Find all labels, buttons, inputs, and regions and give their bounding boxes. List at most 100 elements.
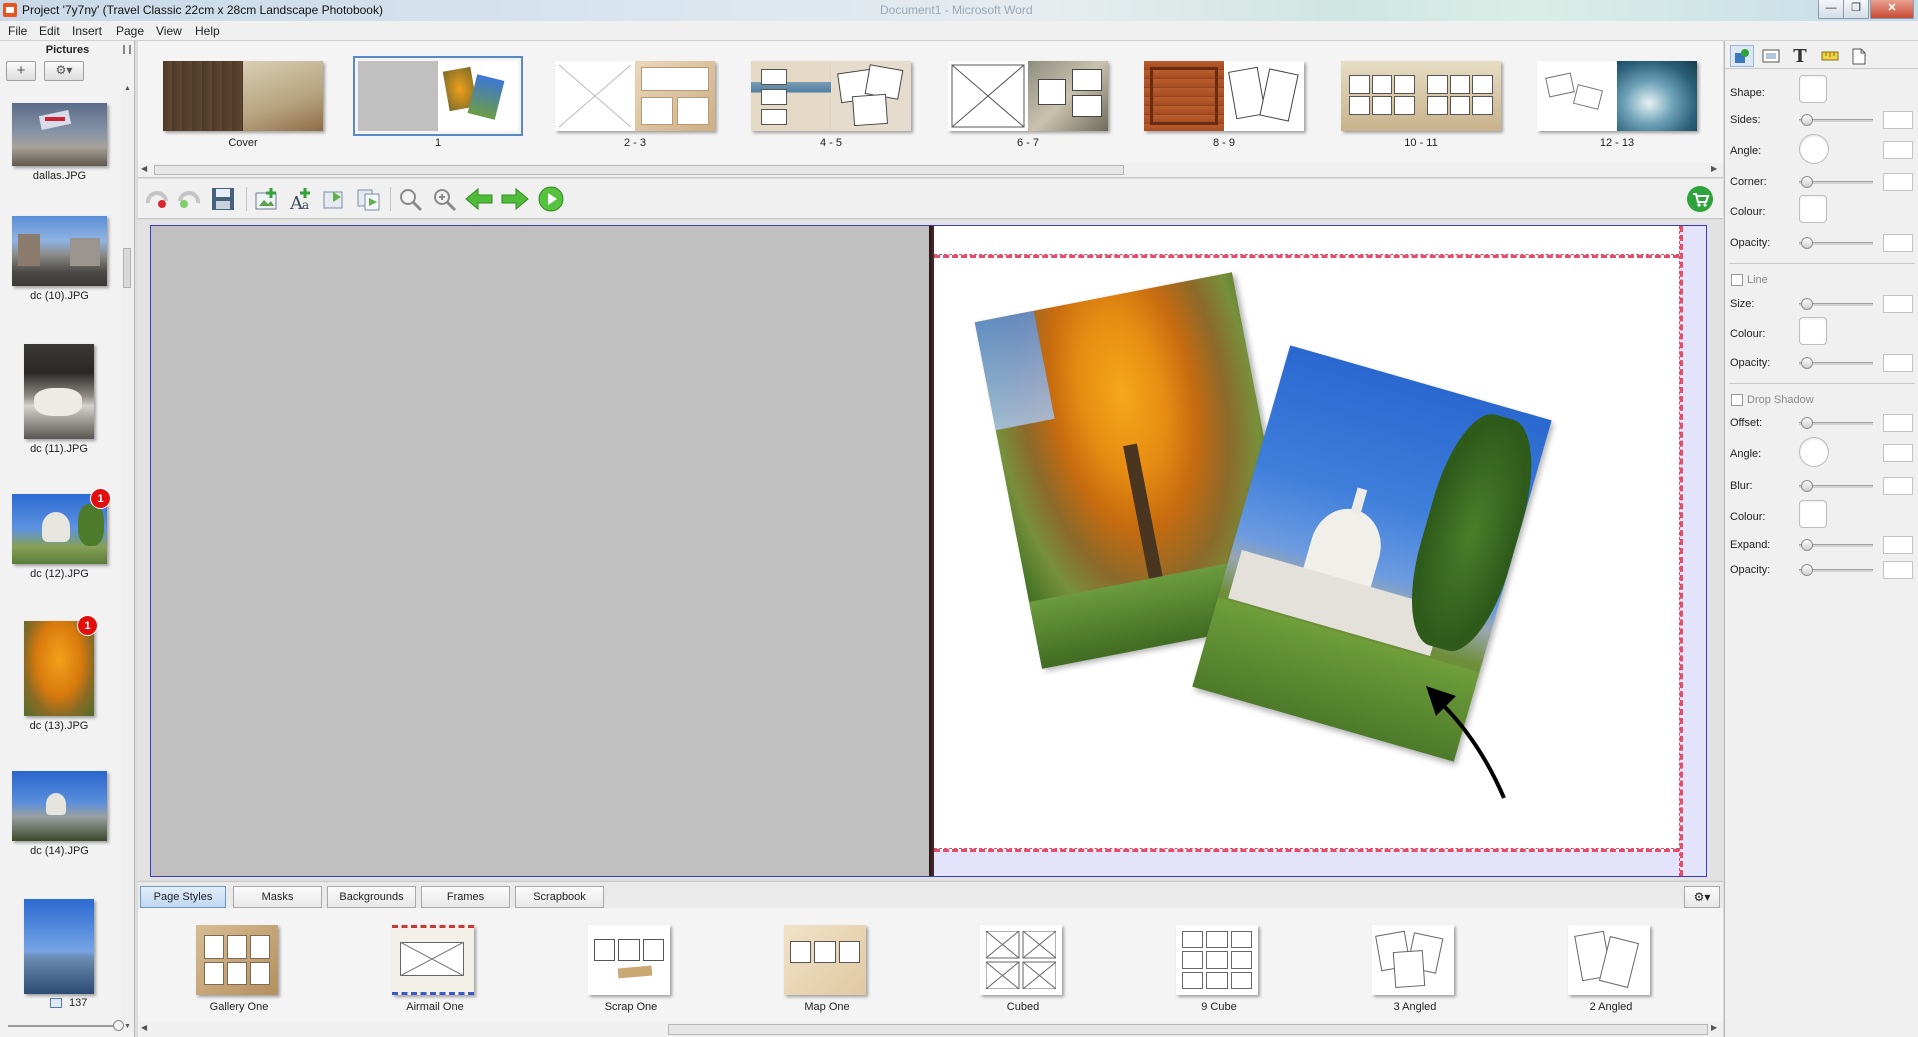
corner-value-field[interactable] bbox=[1883, 173, 1913, 191]
style-gallery-one[interactable]: Gallery One bbox=[196, 925, 282, 1013]
style-map-one[interactable]: Map One bbox=[784, 925, 870, 1013]
picture-item[interactable]: dc (14).JPG bbox=[12, 771, 107, 857]
insert-page-button[interactable] bbox=[320, 185, 350, 213]
style-3-angled[interactable]: 3 Angled bbox=[1372, 925, 1458, 1013]
shadow-offset-slider-knob[interactable] bbox=[1801, 417, 1813, 429]
thumbnail-size-knob[interactable] bbox=[113, 1020, 124, 1031]
scrollbar-thumb[interactable] bbox=[668, 1024, 1708, 1035]
menu-help[interactable]: Help bbox=[195, 24, 220, 38]
picture-item[interactable]: dallas.JPG bbox=[12, 103, 107, 182]
tab-picture-properties[interactable] bbox=[1759, 45, 1783, 67]
pictures-settings-button[interactable]: ⚙▾ bbox=[44, 61, 84, 81]
previous-page-button[interactable] bbox=[464, 185, 494, 213]
zoom-out-button[interactable] bbox=[396, 185, 426, 213]
tab-text-properties[interactable]: T bbox=[1788, 45, 1812, 67]
line-checkbox[interactable] bbox=[1731, 274, 1743, 286]
tab-masks[interactable]: Masks bbox=[233, 886, 322, 908]
scrollbar-thumb[interactable] bbox=[154, 165, 1124, 175]
opacity-value-field[interactable] bbox=[1883, 234, 1913, 252]
picture-item[interactable]: dc (10).JPG bbox=[12, 216, 107, 302]
duplicate-page-button[interactable] bbox=[354, 185, 384, 213]
angle-value-field[interactable] bbox=[1883, 141, 1913, 159]
undo-button[interactable] bbox=[142, 185, 172, 213]
menu-page[interactable]: Page bbox=[116, 24, 144, 38]
add-picture-box-button[interactable] bbox=[252, 185, 282, 213]
style-9-cube[interactable]: 9 Cube bbox=[1176, 925, 1262, 1013]
colour-picker[interactable] bbox=[1799, 195, 1827, 223]
tab-backgrounds[interactable]: Backgrounds bbox=[327, 886, 416, 908]
angle-dial[interactable] bbox=[1799, 134, 1829, 164]
shadow-angle-value-field[interactable] bbox=[1883, 444, 1913, 462]
shadow-opacity-slider-knob[interactable] bbox=[1801, 564, 1813, 576]
add-picture-button[interactable]: + bbox=[6, 61, 36, 81]
style-cubed[interactable]: Cubed bbox=[980, 925, 1066, 1013]
thumbnail-size-slider[interactable] bbox=[8, 1025, 120, 1027]
style-scrap-one[interactable]: Scrap One bbox=[588, 925, 674, 1013]
style-airmail-one[interactable]: Airmail One bbox=[392, 925, 478, 1013]
shadow-angle-dial[interactable] bbox=[1799, 437, 1829, 467]
order-cart-button[interactable] bbox=[1685, 185, 1715, 213]
line-size-value-field[interactable] bbox=[1883, 295, 1913, 313]
save-button[interactable] bbox=[208, 185, 238, 213]
tabs-settings-button[interactable]: ⚙▾ bbox=[1684, 886, 1720, 908]
shadow-opacity-value-field[interactable] bbox=[1883, 561, 1913, 579]
tab-page-styles[interactable]: Page Styles bbox=[140, 886, 226, 908]
styles-scrollbar[interactable]: ◀ ▶ bbox=[138, 1022, 1723, 1037]
line-size-slider-knob[interactable] bbox=[1801, 298, 1813, 310]
sides-value-field[interactable] bbox=[1883, 111, 1913, 129]
spread-10-11[interactable]: 10 - 11 bbox=[1341, 61, 1501, 149]
right-page[interactable] bbox=[934, 226, 1706, 876]
picture-item[interactable] bbox=[24, 899, 94, 994]
line-colour-picker[interactable] bbox=[1799, 317, 1827, 345]
tab-page-properties[interactable] bbox=[1847, 45, 1871, 67]
close-button[interactable]: ✕ bbox=[1870, 0, 1914, 19]
sides-slider-knob[interactable] bbox=[1801, 114, 1813, 126]
tab-ruler-properties[interactable] bbox=[1818, 45, 1842, 67]
shadow-colour-picker[interactable] bbox=[1799, 500, 1827, 528]
shadow-blur-slider-knob[interactable] bbox=[1801, 480, 1813, 492]
menu-file[interactable]: File bbox=[8, 24, 27, 38]
scrollbar-thumb[interactable] bbox=[123, 248, 131, 288]
left-page[interactable] bbox=[151, 226, 929, 876]
opacity-slider-knob[interactable] bbox=[1801, 237, 1813, 249]
shadow-blur-value-field[interactable] bbox=[1883, 477, 1913, 495]
shadow-expand-slider-knob[interactable] bbox=[1801, 539, 1813, 551]
picture-filename: dc (11).JPG bbox=[30, 443, 88, 455]
tab-frames[interactable]: Frames bbox=[421, 886, 510, 908]
spread-6-7[interactable]: 6 - 7 bbox=[948, 61, 1108, 149]
add-picture-icon bbox=[255, 188, 277, 210]
shadow-expand-value-field[interactable] bbox=[1883, 536, 1913, 554]
style-2-angled[interactable]: 2 Angled bbox=[1568, 925, 1654, 1013]
menu-insert[interactable]: Insert bbox=[72, 24, 102, 38]
preview-play-button[interactable] bbox=[536, 185, 566, 213]
tab-shape-properties[interactable] bbox=[1730, 45, 1754, 67]
spread-scrollbar[interactable]: ◀ ▶ bbox=[138, 163, 1723, 177]
maximize-button[interactable]: ❐ bbox=[1843, 0, 1869, 19]
spread-8-9[interactable]: 8 - 9 bbox=[1144, 61, 1304, 149]
picture-item[interactable]: dc (11).JPG bbox=[24, 344, 94, 455]
line-opacity-slider-knob[interactable] bbox=[1801, 357, 1813, 369]
title-bar: Project '7y7ny' (Travel Classic 22cm x 2… bbox=[0, 0, 1918, 21]
redo-button[interactable] bbox=[174, 185, 204, 213]
shadow-offset-value-field[interactable] bbox=[1883, 414, 1913, 432]
add-text-box-button[interactable]: Aa bbox=[286, 185, 316, 213]
pictures-scrollbar[interactable]: ▲ ▼ bbox=[121, 83, 134, 1033]
spread-1[interactable]: 1 bbox=[353, 56, 523, 149]
corner-slider-knob[interactable] bbox=[1801, 176, 1813, 188]
picture-item[interactable]: 1 dc (12).JPG bbox=[12, 488, 111, 580]
spread-2-3[interactable]: 2 - 3 bbox=[555, 61, 715, 149]
spread-12-13[interactable]: 12 - 13 bbox=[1537, 61, 1697, 149]
line-opacity-value-field[interactable] bbox=[1883, 354, 1913, 372]
picture-item[interactable]: 1 dc (13).JPG bbox=[24, 615, 98, 732]
drop-shadow-checkbox[interactable] bbox=[1731, 394, 1743, 406]
zoom-in-button[interactable] bbox=[430, 185, 460, 213]
tab-scrapbook[interactable]: Scrapbook bbox=[515, 886, 604, 908]
menu-edit[interactable]: Edit bbox=[39, 24, 60, 38]
panel-gripper-icon[interactable] bbox=[123, 45, 131, 54]
spread-4-5[interactable]: 4 - 5 bbox=[751, 61, 911, 149]
minimize-button[interactable]: — bbox=[1818, 0, 1844, 19]
spread-cover[interactable]: Cover bbox=[163, 61, 323, 149]
menu-view[interactable]: View bbox=[156, 24, 182, 38]
shape-picker[interactable] bbox=[1799, 75, 1827, 103]
next-page-button[interactable] bbox=[500, 185, 530, 213]
